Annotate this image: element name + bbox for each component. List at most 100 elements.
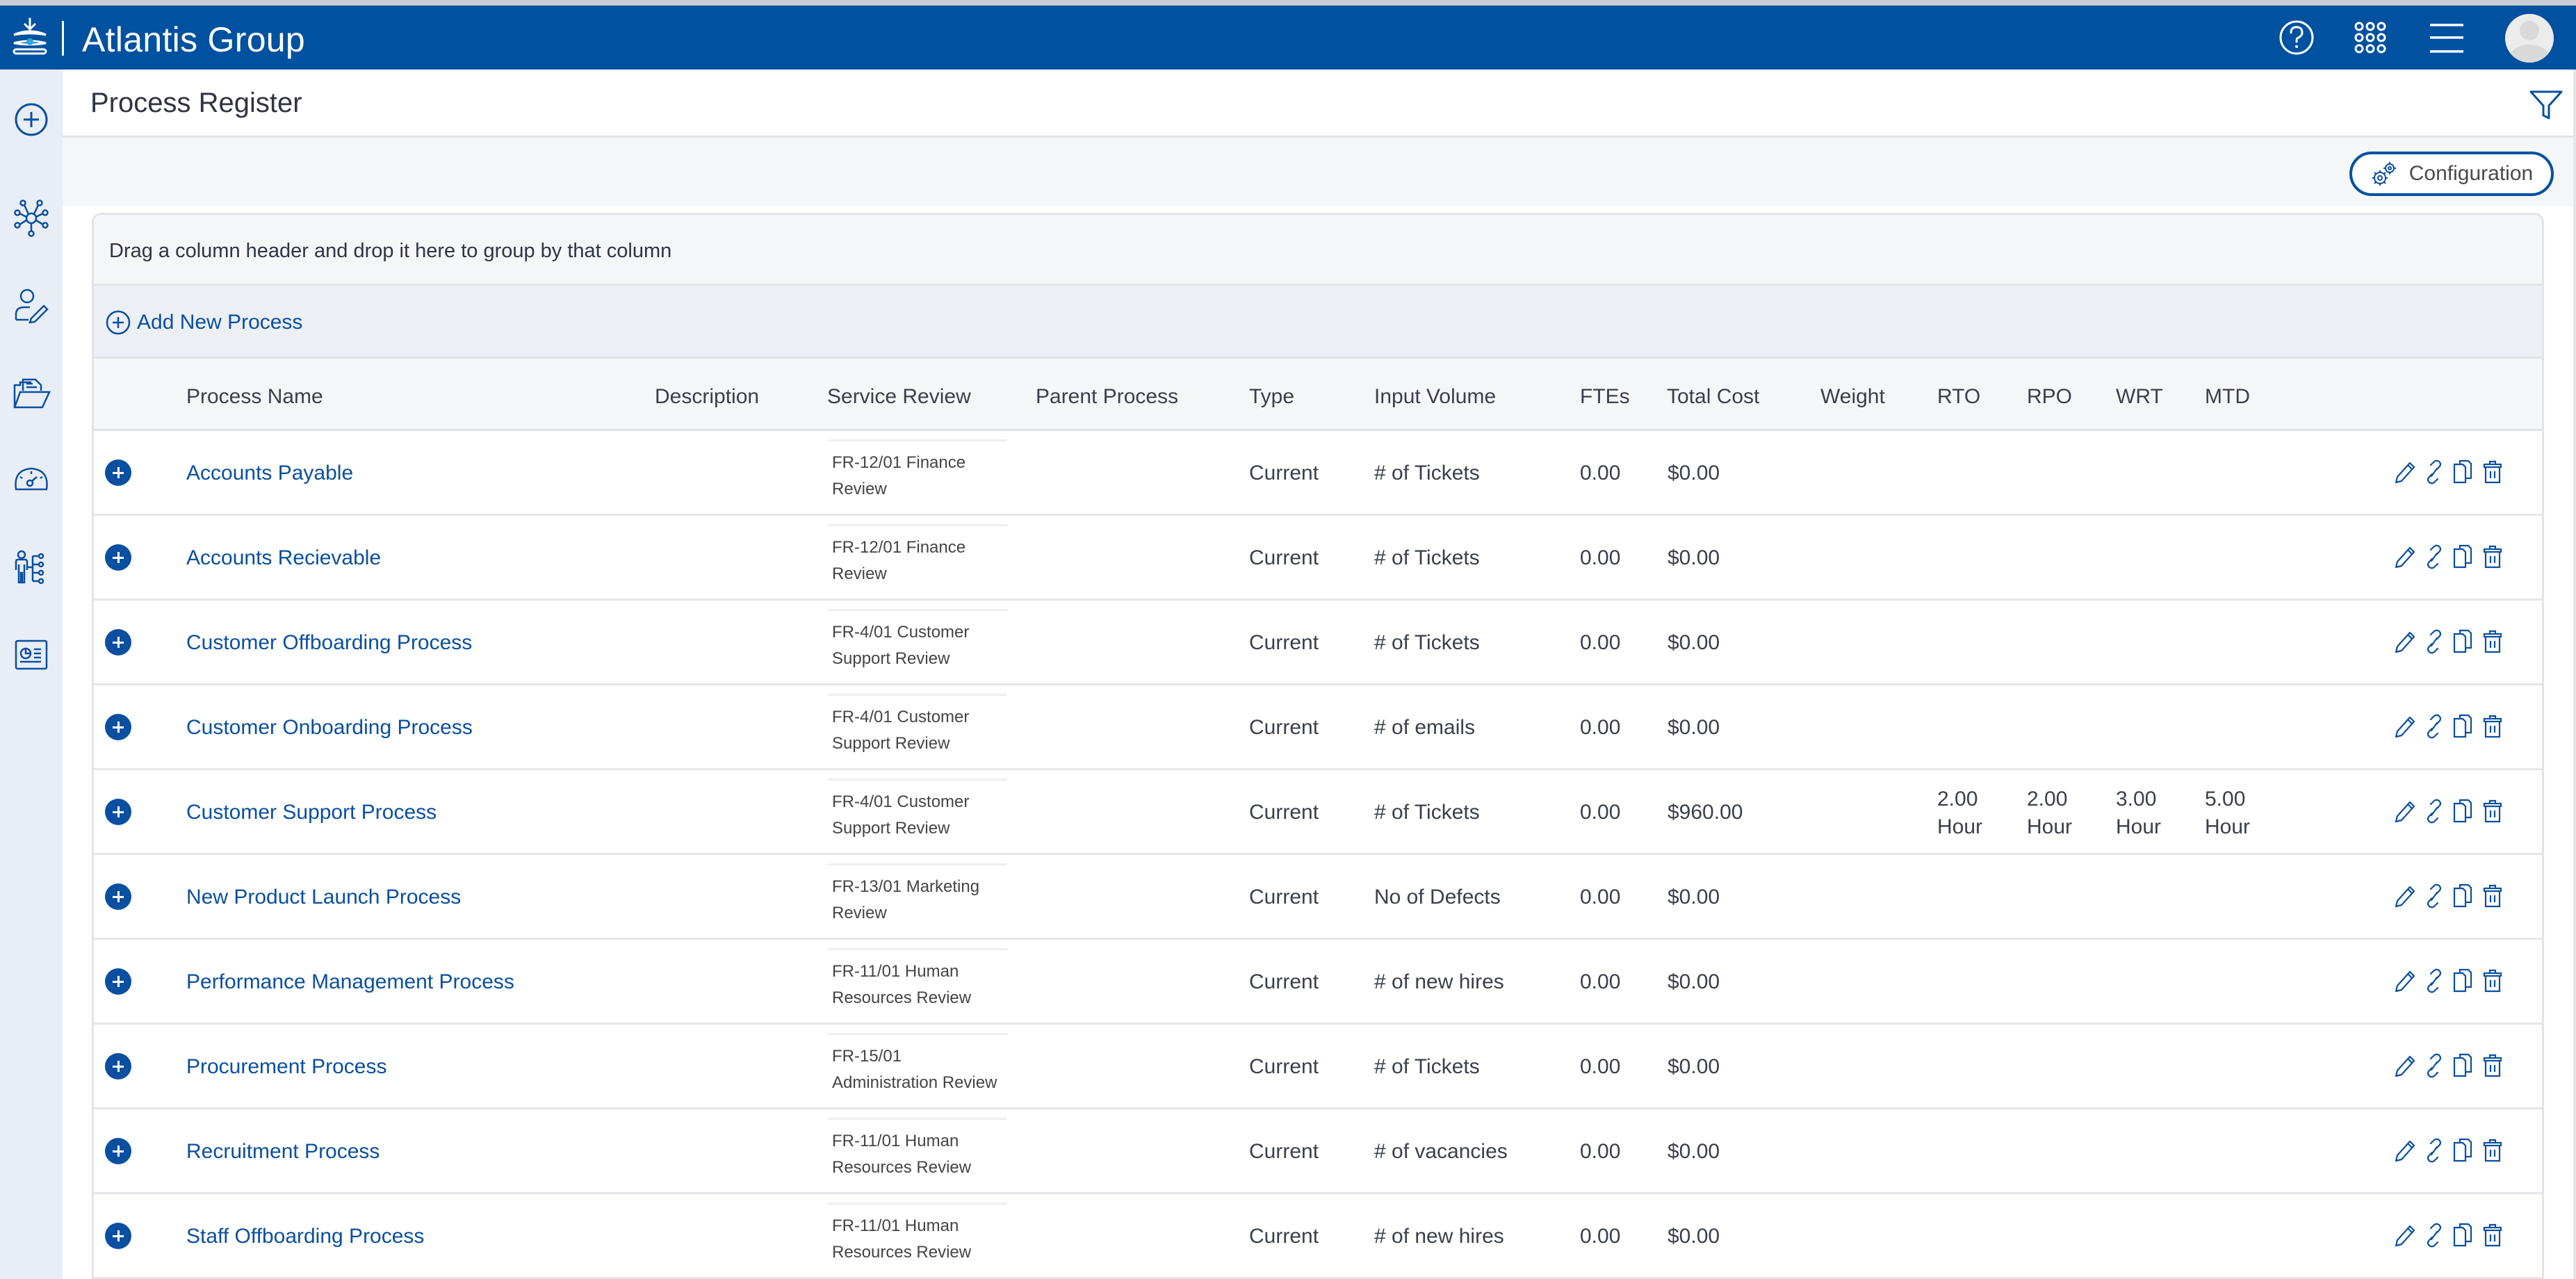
expand-row-icon[interactable] (105, 1053, 131, 1080)
hamburger-menu-icon[interactable] (2424, 15, 2469, 60)
expand-row-icon[interactable] (105, 544, 131, 571)
delete-icon[interactable] (2481, 628, 2504, 655)
edit-icon[interactable] (2393, 1052, 2417, 1079)
col-header-process-name[interactable]: Process Name (186, 385, 323, 409)
copy-icon[interactable] (2452, 628, 2475, 655)
user-edit-icon[interactable] (10, 285, 52, 327)
link-icon[interactable] (2422, 1052, 2446, 1079)
type-cell: Current (1249, 462, 1319, 484)
table-row: Procurement Process FR-15/01 Administrat… (94, 1025, 2542, 1109)
apps-grid-icon[interactable] (2348, 15, 2392, 60)
col-header-ftes[interactable]: FTEs (1580, 385, 1630, 409)
process-name-link[interactable]: Customer Support Process (186, 801, 437, 824)
expand-row-icon[interactable] (105, 459, 131, 486)
delete-icon[interactable] (2481, 713, 2504, 740)
col-header-parent-process[interactable]: Parent Process (1036, 385, 1178, 409)
delete-icon[interactable] (2481, 544, 2504, 570)
col-header-rpo[interactable]: RPO (2027, 385, 2072, 409)
process-name-link[interactable]: New Product Launch Process (186, 886, 461, 909)
delete-icon[interactable] (2481, 1052, 2504, 1079)
col-header-wrt[interactable]: WRT (2116, 385, 2163, 409)
delete-icon[interactable] (2481, 1222, 2504, 1248)
network-icon[interactable] (10, 197, 52, 239)
link-icon[interactable] (2422, 459, 2446, 485)
add-circle-icon[interactable] (10, 99, 52, 140)
edit-icon[interactable] (2393, 1222, 2417, 1248)
process-name-link[interactable]: Staff Offboarding Process (186, 1225, 424, 1248)
org-person-icon[interactable] (10, 546, 52, 588)
copy-icon[interactable] (2452, 713, 2475, 740)
service-review-cell: FR-12/01 Finance Review (828, 439, 1007, 503)
edit-icon[interactable] (2393, 968, 2417, 994)
expand-row-icon[interactable] (105, 883, 131, 910)
delete-icon[interactable] (2481, 968, 2504, 994)
edit-icon[interactable] (2393, 798, 2417, 824)
link-icon[interactable] (2422, 1137, 2446, 1164)
input-volume-cell: # of new hires (1374, 1225, 1504, 1248)
copy-icon[interactable] (2452, 1222, 2475, 1248)
copy-icon[interactable] (2452, 1137, 2475, 1164)
col-header-service-review[interactable]: Service Review (827, 385, 971, 409)
process-name-link[interactable]: Procurement Process (186, 1055, 386, 1079)
edit-icon[interactable] (2393, 1137, 2417, 1164)
copy-icon[interactable] (2452, 798, 2475, 824)
report-chart-icon[interactable] (10, 634, 52, 676)
expand-row-icon[interactable] (105, 1223, 131, 1249)
edit-icon[interactable] (2393, 544, 2417, 570)
link-icon[interactable] (2422, 798, 2446, 824)
user-avatar[interactable] (2505, 14, 2554, 63)
process-name-link[interactable]: Performance Management Process (186, 970, 514, 994)
process-name-link[interactable]: Customer Onboarding Process (186, 716, 473, 740)
link-icon[interactable] (2422, 713, 2446, 740)
copy-icon[interactable] (2452, 968, 2475, 994)
edit-icon[interactable] (2393, 628, 2417, 655)
process-name-link[interactable]: Accounts Recievable (186, 546, 381, 570)
process-name-link[interactable]: Recruitment Process (186, 1140, 380, 1164)
col-header-type[interactable]: Type (1249, 385, 1294, 409)
expand-row-icon[interactable] (105, 629, 131, 655)
add-new-process-label: Add New Process (137, 311, 303, 334)
table-row: Customer Support Process FR-4/01 Custome… (94, 770, 2542, 855)
link-icon[interactable] (2422, 968, 2446, 994)
group-by-panel[interactable]: Drag a column header and drop it here to… (94, 215, 2542, 286)
delete-icon[interactable] (2481, 883, 2504, 909)
table-body: Accounts Payable FR-12/01 Finance Review… (94, 431, 2542, 1279)
folder-open-icon[interactable] (10, 373, 52, 414)
col-header-input-volume[interactable]: Input Volume (1374, 385, 1496, 409)
col-header-description[interactable]: Description (655, 385, 759, 409)
copy-icon[interactable] (2452, 544, 2475, 570)
expand-row-icon[interactable] (105, 968, 131, 995)
link-icon[interactable] (2422, 1222, 2446, 1248)
delete-icon[interactable] (2481, 798, 2504, 824)
link-icon[interactable] (2422, 544, 2446, 570)
expand-row-icon[interactable] (105, 714, 131, 740)
copy-icon[interactable] (2452, 883, 2475, 909)
delete-icon[interactable] (2481, 1137, 2504, 1164)
configuration-button[interactable]: Configuration (2349, 152, 2554, 196)
gauge-icon[interactable] (10, 459, 52, 500)
filter-icon[interactable] (2528, 88, 2564, 122)
process-name-link[interactable]: Customer Offboarding Process (186, 631, 472, 655)
edit-icon[interactable] (2393, 459, 2417, 485)
row-actions (2393, 1052, 2504, 1079)
help-icon[interactable] (2274, 15, 2319, 60)
col-header-rto[interactable]: RTO (1937, 385, 1980, 409)
input-volume-cell: # of Tickets (1374, 631, 1480, 654)
process-name-link[interactable]: Accounts Payable (186, 462, 353, 485)
expand-row-icon[interactable] (105, 1138, 131, 1164)
ftes-cell: 0.00 (1580, 801, 1621, 824)
row-actions (2393, 628, 2504, 655)
col-header-weight[interactable]: Weight (1820, 385, 1885, 409)
copy-icon[interactable] (2452, 1052, 2475, 1079)
expand-row-icon[interactable] (105, 799, 131, 825)
col-header-mtd[interactable]: MTD (2205, 385, 2250, 409)
link-icon[interactable] (2422, 628, 2446, 655)
edit-icon[interactable] (2393, 713, 2417, 740)
copy-icon[interactable] (2452, 459, 2475, 485)
total-cost-cell: $0.00 (1668, 970, 1720, 993)
add-new-process-button[interactable]: Add New Process (94, 286, 2542, 359)
col-header-total-cost[interactable]: Total Cost (1667, 385, 1759, 409)
delete-icon[interactable] (2481, 459, 2504, 485)
link-icon[interactable] (2422, 883, 2446, 909)
edit-icon[interactable] (2393, 883, 2417, 909)
